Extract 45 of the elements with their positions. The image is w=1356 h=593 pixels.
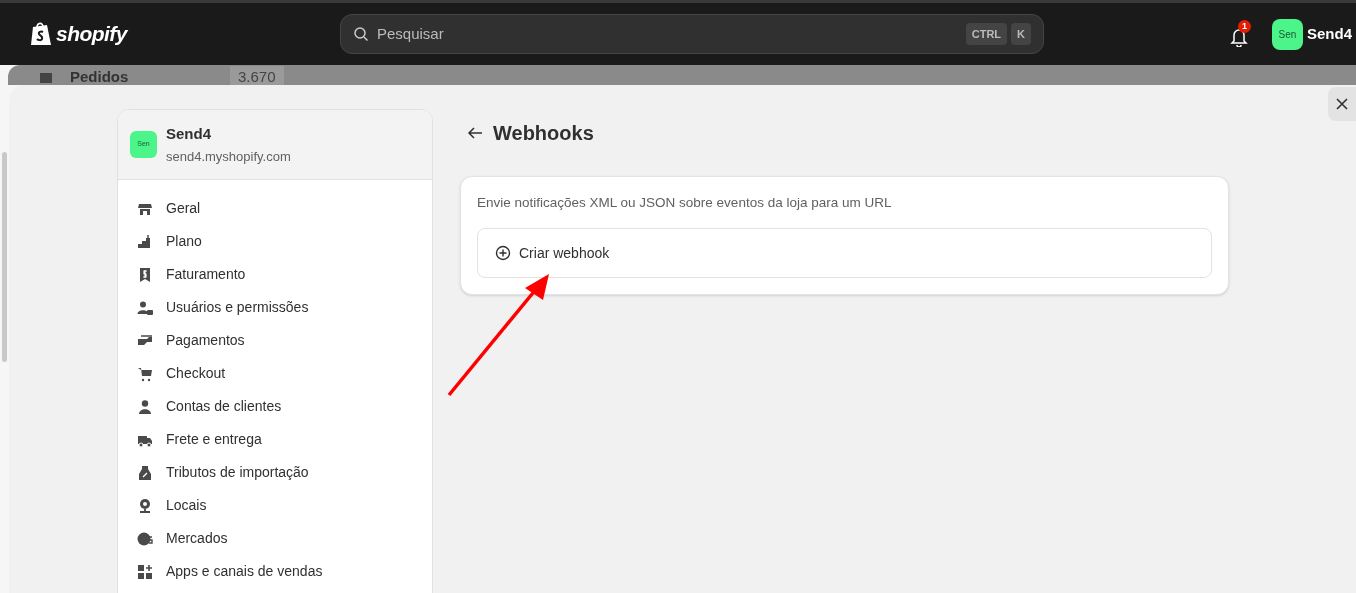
store-name[interactable]: Send4 (1307, 22, 1352, 46)
bottle-icon (137, 464, 153, 481)
sidebar-item[interactable]: Tributos de importação (118, 456, 432, 489)
count-badge: 3.670 (230, 66, 284, 85)
plus-circle-icon (495, 245, 511, 262)
close-icon (1335, 97, 1349, 111)
notification-badge: 1 (1238, 20, 1251, 33)
sidebar-item[interactable]: Mercados (118, 522, 432, 555)
sidebar-item[interactable]: Faturamento (118, 258, 432, 291)
receipt-icon (137, 266, 153, 283)
store-domain: send4.myshopify.com (166, 148, 291, 166)
search-icon (353, 26, 369, 42)
search-input[interactable]: Pesquisar (377, 22, 958, 46)
shopping-bag-icon (30, 21, 52, 47)
sidebar-item[interactable]: Pagamentos (118, 324, 432, 357)
sidebar-item[interactable]: Apps e canais de vendas (118, 555, 432, 588)
inbox-icon (40, 73, 52, 84)
bell-icon (1230, 27, 1248, 47)
back-arrow-icon[interactable] (467, 126, 483, 140)
sidebar-item[interactable]: Checkout (118, 357, 432, 390)
sidebar-item[interactable]: Plano (118, 225, 432, 258)
sidebar-item[interactable]: Frete e entrega (118, 423, 432, 456)
steps-icon (137, 233, 153, 250)
page-title: Webhooks (493, 121, 594, 146)
create-webhook-button[interactable]: Criar webhook (477, 228, 1212, 279)
search-field[interactable]: Pesquisar CTRL K (340, 14, 1044, 54)
apps-icon (137, 563, 153, 580)
shopify-logo[interactable]: shopify (30, 18, 340, 50)
keyboard-key: K (1011, 23, 1031, 45)
sidebar-item[interactable]: Locais (118, 489, 432, 522)
location-pin-icon (137, 497, 153, 514)
close-button[interactable] (1328, 87, 1356, 121)
cart-icon (137, 365, 153, 382)
scrollbar[interactable] (2, 152, 7, 362)
person-icon (137, 398, 153, 415)
card-description: Envie notificações XML ou JSON sobre eventos da loja para um URL (477, 194, 893, 212)
sidebar-item[interactable]: Contas de clientes (118, 390, 432, 423)
keyboard-key: CTRL (965, 23, 1008, 45)
store-name: Send4 (166, 123, 212, 144)
store-avatar[interactable]: Sen (1272, 18, 1303, 50)
users-icon (137, 299, 153, 316)
globe-icon (137, 530, 153, 547)
notifications-button[interactable]: 1 (1228, 19, 1256, 49)
sidebar-item[interactable]: Usuários e permissões (118, 291, 432, 324)
sidebar-item[interactable]: Geral (118, 192, 432, 225)
